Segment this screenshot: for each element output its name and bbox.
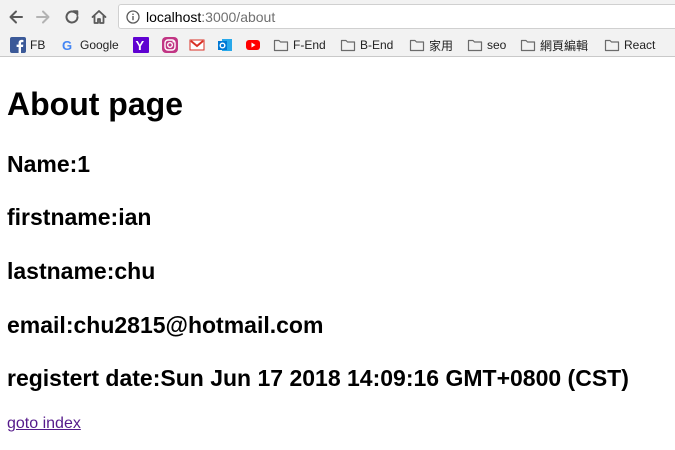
field-firstname: firstname:ian bbox=[7, 204, 152, 230]
folder-icon bbox=[340, 39, 356, 52]
bookmark-label: Google bbox=[80, 38, 119, 52]
address-bar[interactable]: localhost:3000/about bbox=[118, 4, 675, 29]
bookmark-gmail[interactable] bbox=[189, 36, 205, 54]
instagram-icon bbox=[162, 37, 178, 53]
back-icon[interactable] bbox=[5, 6, 27, 28]
home-icon[interactable] bbox=[88, 6, 110, 28]
bookmark-folder-f-end[interactable]: F-End bbox=[273, 36, 326, 54]
bookmark-folder-react[interactable]: React bbox=[604, 36, 655, 54]
bookmarks-bar: FB G Google Y F-End B-End 家用 seo 網頁編輯 Re… bbox=[0, 33, 675, 57]
bookmark-label: F-End bbox=[293, 38, 326, 52]
info-icon[interactable] bbox=[126, 10, 140, 24]
outlook-icon bbox=[218, 39, 232, 51]
bookmark-folder-b-end[interactable]: B-End bbox=[340, 36, 393, 54]
field-register-date: registert date:Sun Jun 17 2018 14:09:16 … bbox=[7, 365, 629, 391]
url-path: :3000/about bbox=[201, 9, 276, 25]
bookmark-fb[interactable]: FB bbox=[10, 36, 45, 54]
page-title: About page bbox=[7, 86, 183, 122]
gmail-icon bbox=[189, 39, 205, 51]
bookmark-label: FB bbox=[30, 38, 46, 52]
bookmark-label: React bbox=[624, 38, 656, 52]
folder-icon bbox=[467, 39, 483, 52]
bookmark-folder-seo[interactable]: seo bbox=[467, 36, 506, 54]
bookmark-instagram[interactable] bbox=[162, 36, 178, 54]
bookmark-folder-web-editing[interactable]: 網頁編輯 bbox=[520, 36, 588, 54]
goto-index-link[interactable]: goto index bbox=[7, 414, 81, 433]
svg-text:Y: Y bbox=[136, 38, 145, 53]
youtube-icon bbox=[246, 40, 260, 50]
field-lastname: lastname:chu bbox=[7, 258, 156, 284]
folder-icon bbox=[520, 39, 536, 52]
bookmark-youtube[interactable] bbox=[245, 36, 261, 54]
bookmark-yahoo[interactable]: Y bbox=[133, 36, 149, 54]
bookmark-outlook[interactable] bbox=[217, 36, 233, 54]
facebook-icon bbox=[10, 37, 26, 53]
folder-icon bbox=[273, 39, 289, 52]
google-icon: G bbox=[62, 38, 72, 53]
url-text: localhost:3000/about bbox=[146, 10, 275, 25]
svg-text:G: G bbox=[62, 38, 72, 53]
bookmark-folder-jiayong[interactable]: 家用 bbox=[409, 36, 453, 54]
bookmark-label: seo bbox=[487, 38, 507, 52]
field-name: Name:1 bbox=[7, 151, 91, 177]
field-email: email:chu2815@hotmail.com bbox=[7, 312, 324, 338]
bookmark-google[interactable]: G Google bbox=[60, 36, 119, 54]
folder-icon bbox=[409, 39, 425, 52]
folder-icon bbox=[604, 39, 620, 52]
browser-toolbar: localhost:3000/about bbox=[0, 0, 675, 33]
reload-icon[interactable] bbox=[61, 6, 83, 28]
bookmark-label: B-End bbox=[360, 38, 394, 52]
bookmark-label: 網頁編輯 bbox=[540, 38, 589, 53]
url-host: localhost bbox=[146, 9, 202, 25]
forward-icon[interactable] bbox=[32, 6, 54, 28]
yahoo-icon: Y bbox=[133, 37, 149, 53]
bookmark-label: 家用 bbox=[429, 38, 454, 53]
